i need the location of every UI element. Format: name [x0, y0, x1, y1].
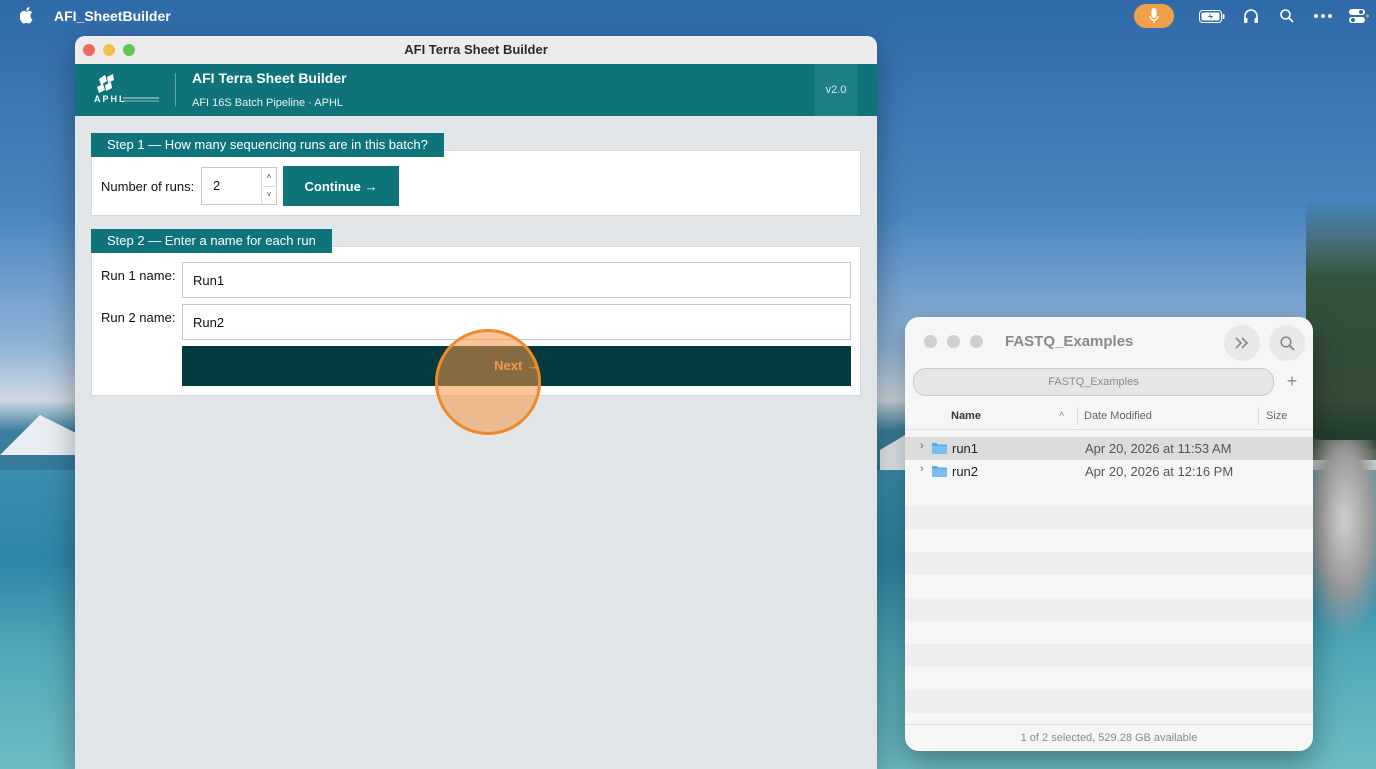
size-column-header[interactable]: Size	[1266, 410, 1287, 422]
empty-row-stripe	[905, 690, 1313, 713]
headphones-icon[interactable]	[1240, 7, 1262, 25]
finder-close-button[interactable]	[924, 335, 937, 348]
disclosure-chevron-icon[interactable]: ›	[920, 440, 924, 452]
apple-icon[interactable]	[19, 6, 34, 24]
stepper-up-icon[interactable]: ˄	[263, 169, 275, 185]
runs-count-value: 2	[213, 178, 221, 193]
folder-icon	[932, 465, 947, 477]
finder-title: FASTQ_Examples	[1005, 333, 1134, 350]
date-column-header[interactable]: Date Modified	[1084, 410, 1152, 422]
close-window-button[interactable]	[83, 44, 95, 56]
runs-count-label: Number of runs:	[101, 179, 195, 194]
step1-panel: Number of runs: 2 ˄ ˅ Continue →	[91, 150, 861, 216]
run2-name-value: Run2	[193, 315, 225, 330]
finder-row-run1[interactable]: › run1 Apr 20, 2026 at 11:53 AM	[905, 437, 1313, 460]
window-titlebar[interactable]: AFI Terra Sheet Builder	[75, 36, 877, 64]
folder-icon	[932, 442, 947, 454]
disclosure-chevron-icon[interactable]: ›	[920, 463, 924, 475]
empty-row-stripe	[905, 598, 1313, 621]
microphone-icon[interactable]	[1134, 4, 1174, 28]
file-date: Apr 20, 2026 at 12:16 PM	[1085, 464, 1234, 479]
finder-column-header: Name ˄ Date Modified Size	[905, 405, 1313, 430]
control-center-icon[interactable]	[1348, 7, 1370, 25]
finder-window: FASTQ_Examples FASTQ_Examples + Name ˄ D…	[905, 317, 1313, 751]
menu-bar: AFI_SheetBuilder	[0, 0, 1376, 32]
file-date: Apr 20, 2026 at 11:53 AM	[1085, 441, 1232, 456]
finder-zoom-button[interactable]	[970, 335, 983, 348]
sheet-builder-window: AFI Terra Sheet Builder APHL AFI Terra S…	[75, 36, 877, 769]
aphl-logo: APHL	[93, 73, 161, 107]
run1-name-value: Run1	[193, 273, 225, 288]
empty-row-stripe	[905, 644, 1313, 667]
banner-separator	[175, 73, 176, 106]
minimize-window-button[interactable]	[103, 44, 115, 56]
next-button[interactable]: Next →	[182, 346, 851, 386]
more-icon[interactable]	[1312, 7, 1334, 25]
forward-chevron-icon[interactable]	[1224, 325, 1260, 361]
zoom-window-button[interactable]	[123, 44, 135, 56]
name-column-header[interactable]: Name	[951, 410, 981, 422]
stepper-down-icon[interactable]: ˅	[263, 186, 275, 203]
banner-title: AFI Terra Sheet Builder	[192, 70, 347, 86]
finder-search-icon[interactable]	[1269, 325, 1305, 361]
banner-subtitle: AFI 16S Batch Pipeline · APHL	[192, 97, 344, 109]
step2-panel: Run 1 name: Run1 Run 2 name: Run2 Next →	[91, 246, 861, 396]
column-divider	[1258, 407, 1259, 425]
stepper-arrows: ˄ ˅	[261, 168, 276, 204]
run1-name-label: Run 1 name:	[101, 268, 176, 283]
step1-header: Step 1 — How many sequencing runs are in…	[91, 133, 444, 157]
svg-text:APHL: APHL	[94, 94, 127, 104]
desktop-trees	[1306, 200, 1376, 460]
continue-button[interactable]: Continue →	[283, 166, 399, 206]
empty-row-stripe	[905, 506, 1313, 529]
add-icon[interactable]: +	[1281, 370, 1303, 392]
app-menu-name[interactable]: AFI_SheetBuilder	[54, 8, 171, 24]
sort-ascending-icon[interactable]: ˄	[1059, 409, 1064, 419]
empty-row-stripe	[905, 552, 1313, 575]
app-banner: APHL AFI Terra Sheet Builder AFI 16S Bat…	[75, 64, 877, 116]
step2-header: Step 2 — Enter a name for each run	[91, 229, 332, 253]
finder-minimize-button[interactable]	[947, 335, 960, 348]
window-title: AFI Terra Sheet Builder	[404, 42, 548, 57]
search-icon[interactable]	[1276, 7, 1298, 25]
finder-status-bar: 1 of 2 selected, 529.28 GB available	[905, 724, 1313, 751]
finder-row-run2[interactable]: › run2 Apr 20, 2026 at 12:16 PM	[905, 460, 1313, 483]
runs-count-stepper[interactable]: 2 ˄ ˅	[201, 167, 277, 205]
run1-name-field[interactable]: Run1	[182, 262, 851, 298]
version-badge: v2.0	[815, 64, 857, 116]
file-name: run2	[952, 464, 979, 479]
run2-name-label: Run 2 name:	[101, 310, 176, 325]
column-divider	[1077, 407, 1078, 425]
file-name: run1	[952, 441, 979, 456]
finder-path-bar[interactable]: FASTQ_Examples	[913, 368, 1274, 396]
run2-name-field[interactable]: Run2	[182, 304, 851, 340]
battery-icon[interactable]	[1198, 7, 1226, 25]
